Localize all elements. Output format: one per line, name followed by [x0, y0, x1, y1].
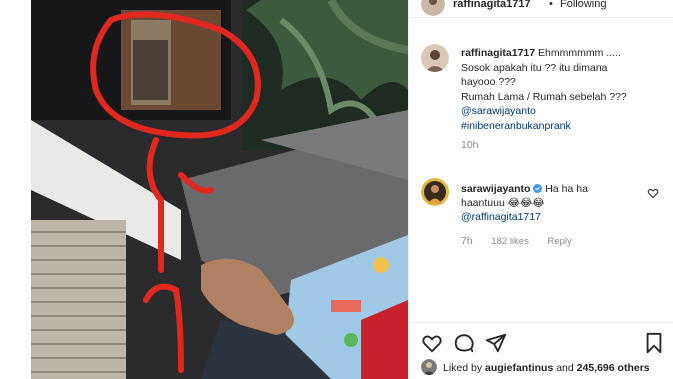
header-username[interactable]: raffinagita1717 [453, 0, 531, 10]
follow-status[interactable]: Following [560, 0, 606, 10]
bookmark-icon[interactable] [643, 332, 665, 354]
caption-body: raffinagita1717 Ehmmmmmm ..... Sosok apa… [461, 46, 666, 133]
left-margin [0, 0, 31, 379]
caption-username[interactable]: raffinagita1717 [461, 47, 535, 59]
caption-line-1: Ehmmmmmm ..... [538, 47, 621, 59]
caption-line-2: Sosok apakah itu ?? itu dimana [461, 61, 608, 74]
comment-avatar[interactable] [421, 178, 449, 206]
heart-icon[interactable] [421, 332, 443, 354]
post-photo[interactable] [31, 0, 408, 379]
caption-mention[interactable]: @sarawijayanto [461, 105, 536, 117]
comment-likes[interactable]: 182 likes [491, 236, 529, 247]
action-bar [409, 322, 673, 358]
post-avatar[interactable] [421, 44, 449, 72]
comment-meta: 7h 182 likes Reply [461, 235, 588, 247]
comment-mention[interactable]: @raffinagita1717 [461, 211, 541, 223]
likes-prefix: Liked by [443, 362, 486, 374]
likes-middle: and [553, 362, 577, 374]
share-icon[interactable] [485, 332, 507, 354]
post-panel: raffinagita1717 • Following raffinagita1… [408, 0, 673, 379]
caption-hashtag[interactable]: #inibeneranbukanprank [461, 120, 571, 132]
likes-count[interactable]: 245,696 others [577, 362, 650, 374]
comment-age[interactable]: 7h [461, 235, 473, 247]
header-avatar[interactable] [421, 0, 445, 16]
verified-icon [533, 183, 543, 193]
caption-time[interactable]: 10h [461, 139, 479, 151]
comment-body: sarawijayanto Ha ha ha haantuuu 😂😂😂 @raf… [461, 182, 641, 224]
caption-line-3: hayooo ??? [461, 76, 516, 88]
caption-line-4: Rumah Lama / Rumah sebelah ??? [461, 90, 627, 103]
liker-avatar[interactable] [421, 359, 437, 375]
comment-text-2: haantuuu 😂😂😂 [461, 197, 545, 209]
comment-username[interactable]: sarawijayanto [461, 183, 530, 195]
post-header: raffinagita1717 • Following [409, 0, 673, 18]
likes-text: Liked by augiefantinus and 245,696 other… [443, 362, 650, 374]
header-separator: • [549, 0, 553, 10]
comment-reply-button[interactable]: Reply [547, 236, 571, 247]
comment-text-1: Ha ha ha [545, 183, 588, 195]
likes-user[interactable]: augiefantinus [485, 362, 553, 374]
comment-heart-icon[interactable] [647, 187, 659, 199]
comment-icon[interactable] [453, 332, 475, 354]
